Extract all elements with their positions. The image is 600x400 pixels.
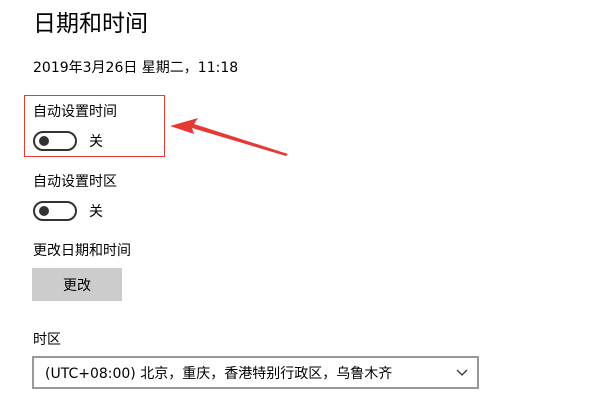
timezone-label: 时区: [33, 332, 61, 348]
auto-timezone-state: 关: [89, 204, 103, 220]
timezone-dropdown[interactable]: (UTC+08:00) 北京，重庆，香港特别行政区，乌鲁木齐: [32, 356, 479, 389]
change-datetime-label: 更改日期和时间: [33, 243, 131, 259]
auto-timezone-toggle[interactable]: [33, 201, 77, 221]
change-button[interactable]: 更改: [32, 268, 122, 301]
chevron-down-icon: [447, 369, 477, 377]
current-datetime: 2019年3月26日 星期二，11:18: [33, 60, 239, 76]
toggle-knob: [39, 206, 49, 216]
auto-timezone-label: 自动设置时区: [33, 174, 117, 190]
page-title: 日期和时间: [33, 11, 148, 37]
arrow-icon: [170, 118, 288, 156]
auto-timezone-toggle-row: 关: [33, 201, 103, 221]
date-time-settings-page: 日期和时间 2019年3月26日 星期二，11:18 自动设置时间 关 自动设置…: [0, 0, 600, 400]
timezone-selected-value: (UTC+08:00) 北京，重庆，香港特别行政区，乌鲁木齐: [45, 365, 393, 382]
annotation-highlight-box: [24, 95, 165, 157]
